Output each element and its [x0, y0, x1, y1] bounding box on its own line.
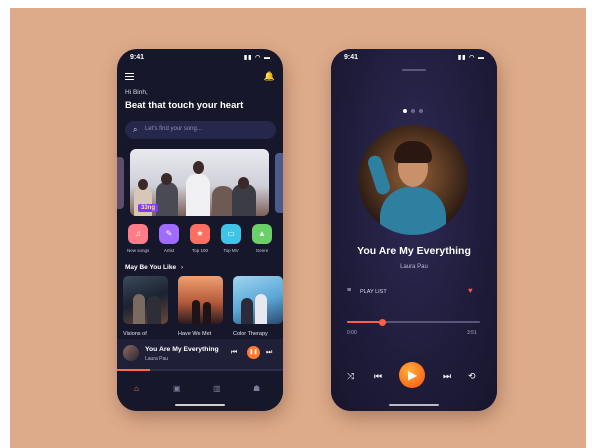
category-label: Top 100 — [191, 248, 208, 253]
page-dot — [411, 109, 415, 113]
recommend-card[interactable] — [123, 276, 168, 324]
chevron-right-icon[interactable]: › — [181, 264, 183, 271]
next-icon[interactable]: ⏭ — [266, 349, 272, 357]
card-art-figure — [255, 294, 267, 324]
category-artist[interactable]: ✎ Artist — [158, 224, 180, 253]
album-cover — [358, 125, 468, 235]
repeat-icon[interactable]: ⟲ — [468, 371, 476, 382]
recommend-card[interactable] — [178, 276, 223, 324]
play-button[interactable]: ▶ — [399, 362, 425, 388]
page-headline: Beat that touch your heart — [125, 100, 244, 111]
star-icon: ★ — [190, 224, 210, 244]
search-placeholder: Let's find your song... — [145, 126, 202, 132]
card-label: Visions of — [123, 331, 147, 337]
banner-person — [156, 182, 178, 216]
category-label: Artist — [163, 248, 175, 253]
featured-banner[interactable]: 33ng — [130, 149, 269, 216]
now-playing-phone: 9:41 ▮▮ ◠ ▬ You Are My Everything Laura … — [331, 49, 497, 411]
playlist-icon[interactable]: ≡ — [347, 287, 351, 294]
search-bar[interactable]: ⌕ Let's find your song... — [125, 121, 276, 139]
banner-tag: 33ng — [138, 204, 159, 212]
banner-person — [186, 174, 210, 216]
next-icon[interactable]: ⏭ — [443, 371, 451, 382]
monitor-icon: ▭ — [221, 224, 241, 244]
music-note-icon: ♫ — [128, 224, 148, 244]
category-genre[interactable]: ▲ Genre — [251, 224, 273, 253]
greeting-text: Hi Binh, — [125, 89, 148, 96]
play-icon: ▶ — [408, 368, 418, 382]
category-new-songs[interactable]: ♫ New songs — [127, 224, 149, 253]
category-top-mv[interactable]: ▭ Top MV — [220, 224, 242, 253]
category-label: Genre — [255, 248, 269, 253]
pause-icon[interactable]: ❚❚ — [247, 346, 260, 359]
mini-player-artist: Laura Pau — [145, 356, 169, 362]
card-art-figure — [241, 298, 253, 324]
mini-player-title: You Are My Everything — [145, 346, 219, 353]
stats-icon[interactable]: ▥ — [213, 384, 221, 393]
seek-progress — [347, 321, 382, 323]
notification-bell-icon[interactable]: 🔔 — [264, 71, 275, 82]
banner-person — [212, 186, 234, 216]
microphone-icon: ✎ — [159, 224, 179, 244]
home-icon[interactable]: ⌂ — [134, 384, 139, 393]
home-indicator — [389, 404, 439, 406]
category-label: New songs — [127, 248, 150, 253]
menu-icon[interactable] — [125, 73, 134, 80]
banner-prev-peek[interactable] — [117, 157, 124, 209]
status-bar: 9:41 ▮▮ ◠ ▬ — [117, 49, 283, 65]
mini-player[interactable]: You Are My Everything Laura Pau ⏮ ❚❚ ⏭ — [117, 339, 283, 369]
banner-person-head — [138, 179, 148, 190]
home-indicator — [175, 404, 225, 406]
song-artist: Laura Pau — [400, 264, 428, 270]
recommend-card[interactable] — [233, 276, 283, 324]
background-canvas — [10, 8, 586, 448]
time-total: 3:51 — [467, 330, 477, 336]
status-time: 9:41 — [130, 54, 145, 61]
status-icons: ▮▮ ◠ ▬ — [243, 55, 271, 61]
profile-icon[interactable]: ☗ — [253, 384, 260, 393]
previous-icon[interactable]: ⏮ — [231, 349, 237, 357]
shuffle-icon[interactable]: ⤨ — [347, 371, 354, 382]
page-dot — [419, 109, 423, 113]
time-elapsed: 0:00 — [347, 330, 357, 336]
category-top-100[interactable]: ★ Top 100 — [189, 224, 211, 253]
banner-person-head — [161, 173, 172, 185]
page-dots — [403, 109, 427, 115]
card-art-figure — [203, 302, 211, 324]
seek-bar[interactable] — [347, 318, 480, 326]
song-title: You Are My Everything — [357, 245, 471, 257]
cover-art-shirt — [380, 187, 446, 235]
library-icon[interactable]: ▣ — [173, 384, 181, 393]
card-label: Have We Met — [178, 331, 212, 337]
previous-icon[interactable]: ⏮ — [374, 371, 382, 382]
cover-art-hair — [394, 141, 432, 163]
cover-art-arm — [366, 153, 392, 197]
status-time: 9:41 — [344, 54, 359, 61]
section-title: May Be You Like — [125, 264, 177, 271]
home-screen-phone: 9:41 ▮▮ ◠ ▬ 🔔 Hi Binh, Beat that touch y… — [117, 49, 283, 411]
banner-person-head — [238, 177, 249, 189]
status-bar: 9:41 ▮▮ ◠ ▬ — [331, 49, 497, 65]
seek-handle[interactable] — [378, 318, 386, 326]
search-icon: ⌕ — [133, 125, 138, 134]
playlist-label[interactable]: PLAY LIST — [360, 289, 387, 295]
sheet-grabber[interactable] — [402, 69, 426, 71]
card-art-figure — [133, 294, 145, 324]
category-label: Top MV — [223, 248, 239, 253]
banner-next-peek[interactable] — [275, 153, 283, 213]
page-dot-active — [403, 109, 407, 113]
status-icons: ▮▮ ◠ ▬ — [457, 55, 485, 61]
heart-icon[interactable]: ♥ — [468, 286, 473, 295]
card-art-figure — [147, 296, 161, 324]
banner-person-head — [193, 161, 204, 174]
shapes-icon: ▲ — [252, 224, 272, 244]
card-art-figure — [192, 300, 200, 324]
mini-player-cover — [123, 345, 139, 361]
category-row: ♫ New songs ✎ Artist ★ Top 100 ▭ Top MV … — [125, 224, 277, 260]
card-label: Color Therapy — [233, 331, 268, 337]
